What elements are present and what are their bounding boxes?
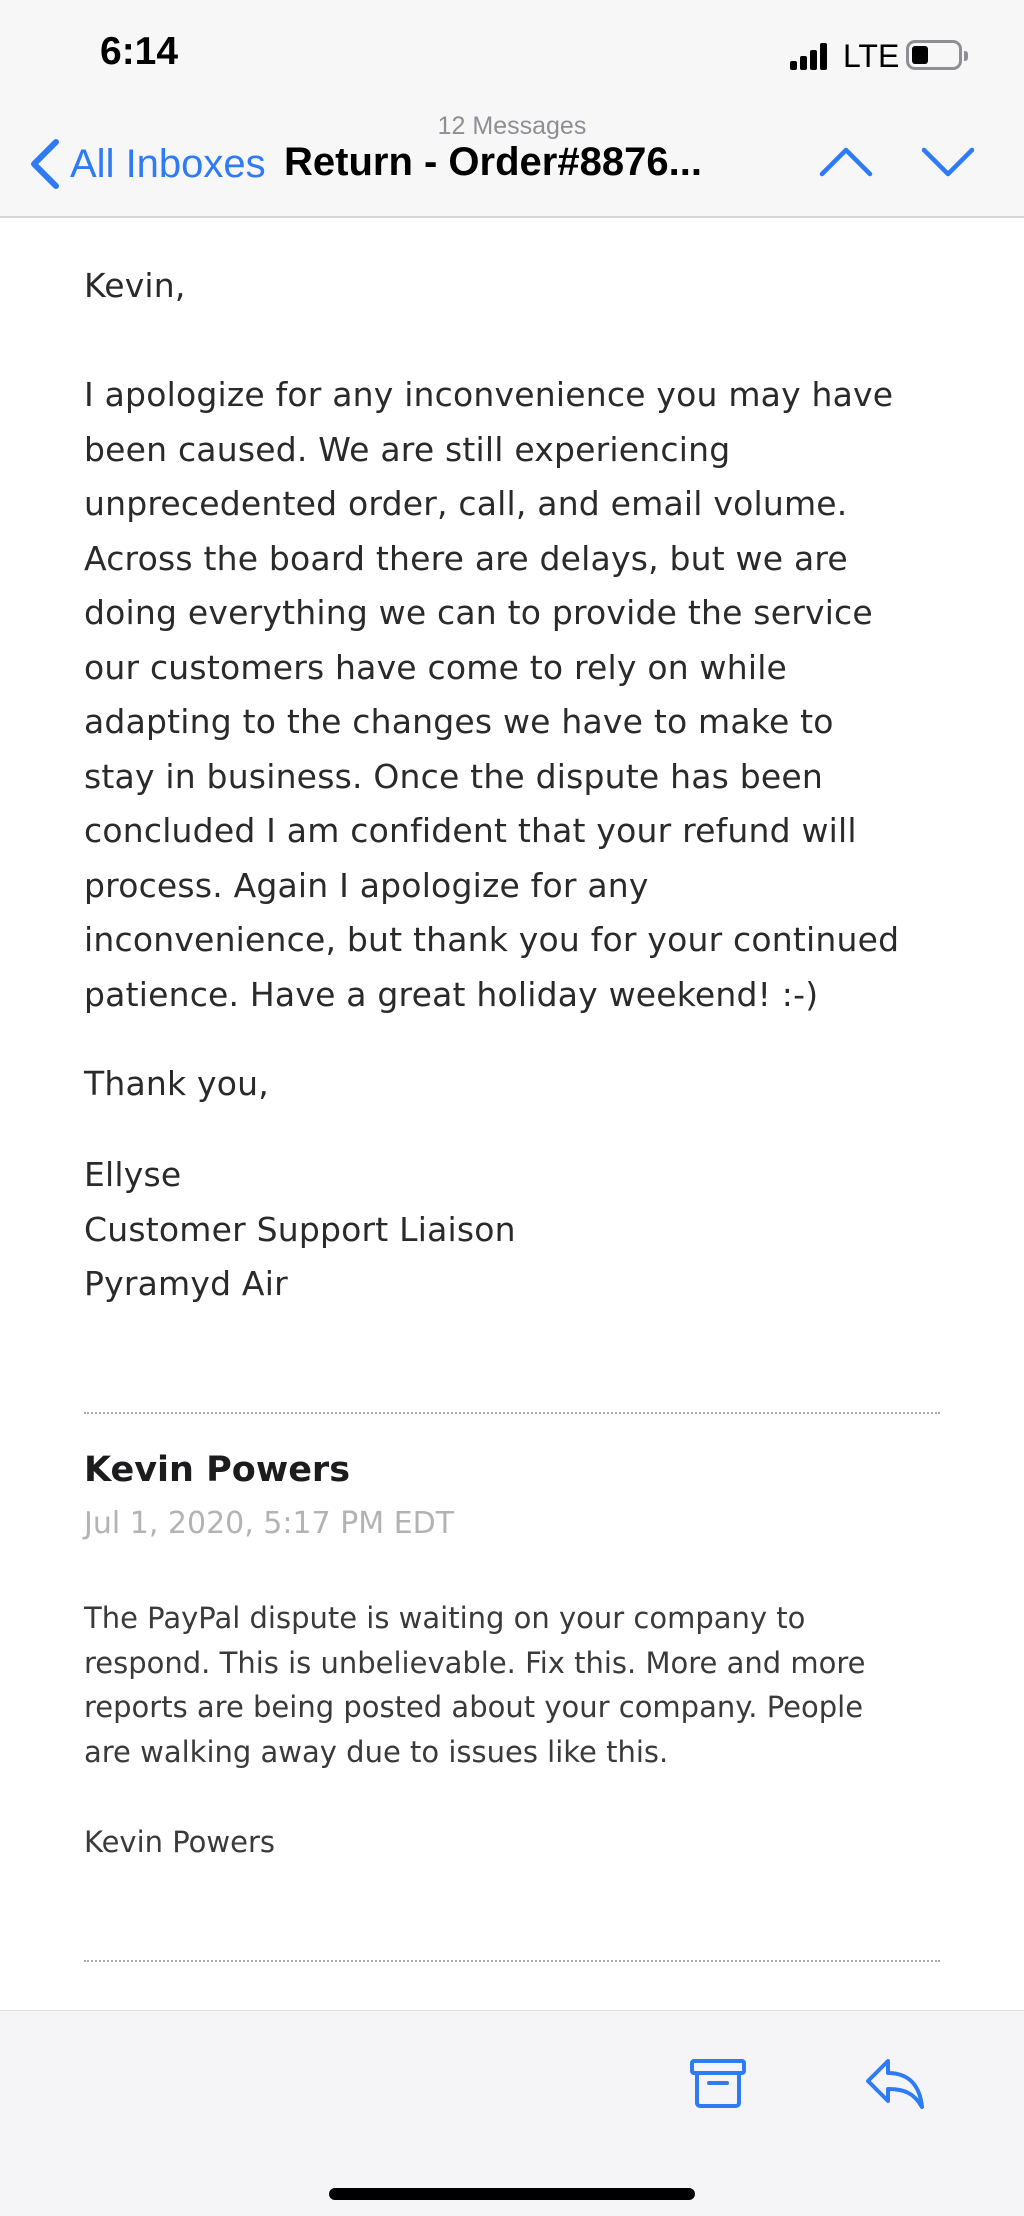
sender-name[interactable]: Kevin Powers: [84, 1450, 350, 1490]
back-button[interactable]: All Inboxes: [28, 134, 266, 194]
message-body-line: The PayPal dispute is waiting on your co…: [84, 1601, 806, 1635]
message-closing: Thank you,: [84, 1064, 269, 1103]
next-message-button[interactable]: [920, 142, 976, 182]
message-divider: [84, 1960, 940, 1962]
battery-icon: [906, 40, 968, 70]
message-signature: Ellyse Customer Support Liaison Pyramyd …: [84, 1148, 964, 1312]
chevron-left-icon: [31, 139, 59, 189]
bottom-toolbar: [0, 2010, 1024, 2216]
reply-button[interactable]: [862, 2053, 926, 2113]
message-body-line: patience. Have a great holiday weekend! …: [84, 974, 819, 1014]
message-body-line: reports are being posted about your comp…: [84, 1690, 864, 1724]
previous-message-button[interactable]: [818, 142, 874, 182]
message-body: I apologize for any inconvenience you ma…: [84, 368, 964, 1022]
archive-icon: [690, 2059, 746, 2108]
message-body-line: process. Again I apologize for any: [84, 865, 649, 905]
message-body-line: inconvenience, but thank you for your co…: [84, 920, 900, 959]
message-body-line: I apologize for any inconvenience you ma…: [84, 375, 894, 414]
network-type: LTE: [843, 38, 900, 74]
message-body-line: our customers have come to rely on while: [84, 647, 788, 687]
signature-name: Ellyse: [84, 1155, 182, 1194]
message-body-line: unprecedented order, call, and email vol…: [84, 484, 848, 523]
message-body-line: concluded I am confident that your refun…: [84, 811, 857, 850]
message-date: Jul 1, 2020, 5:17 PM EDT: [84, 1506, 455, 1541]
status-time: 6:14: [100, 30, 179, 73]
signature-title: Customer Support Liaison: [84, 1209, 516, 1249]
reply-icon: [866, 2059, 924, 2109]
back-button-label: All Inboxes: [70, 141, 266, 186]
status-bar: 6:14 LTE: [0, 0, 1024, 110]
message-body-line: adapting to the changes we have to make …: [84, 702, 834, 741]
message-body: The PayPal dispute is waiting on your co…: [84, 1596, 964, 1774]
message-body-line: Across the board there are delays, but w…: [84, 538, 848, 578]
message-body-line: doing everything we can to provide the s…: [84, 593, 873, 632]
message-body-line: respond. This is unbelievable. Fix this.…: [84, 1645, 866, 1680]
cellular-signal-icon: [790, 42, 830, 70]
message-divider: [84, 1412, 940, 1414]
message-signature: Kevin Powers: [84, 1825, 276, 1859]
top-navigation-bar: 6:14 LTE 12 Messages All Inboxes Return …: [0, 0, 1024, 218]
email-subject: Return - Order#8876...: [284, 140, 702, 184]
chevron-up-icon: [819, 147, 873, 177]
message-body-line: are walking away due to issues like this…: [84, 1734, 669, 1769]
archive-button[interactable]: [688, 2053, 748, 2113]
message-thread[interactable]: Kevin, I apologize for any inconvenience…: [0, 220, 1024, 2010]
signature-company: Pyramyd Air: [84, 1264, 288, 1303]
chevron-down-icon: [921, 147, 975, 177]
message-body-line: been caused. We are still experiencing: [84, 429, 731, 469]
nav-row: All Inboxes Return - Order#8876...: [0, 134, 1024, 194]
message-body-line: stay in business. Once the dispute has b…: [84, 756, 824, 796]
message-greeting: Kevin,: [84, 266, 186, 305]
home-indicator: [329, 2188, 695, 2200]
